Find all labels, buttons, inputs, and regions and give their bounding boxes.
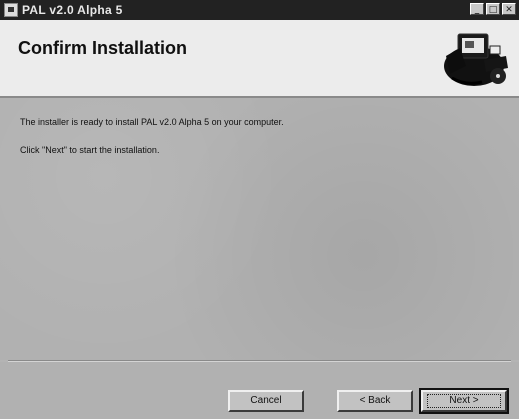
app-icon	[4, 3, 18, 17]
installer-window: PAL v2.0 Alpha 5 _ □ ✕ Confirm Installat…	[0, 0, 519, 419]
window-controls: _ □ ✕	[470, 3, 516, 15]
maximize-button[interactable]: □	[486, 3, 500, 15]
minimize-button[interactable]: _	[470, 3, 484, 15]
close-button[interactable]: ✕	[502, 3, 516, 15]
button-bar: Cancel < Back Next >	[0, 362, 519, 419]
window-title: PAL v2.0 Alpha 5	[22, 3, 123, 17]
page-title: Confirm Installation	[18, 38, 188, 58]
content-panel: The installer is ready to install PAL v2…	[0, 98, 519, 360]
computer-setup-icon	[444, 33, 508, 86]
next-button[interactable]: Next >	[419, 388, 509, 414]
cancel-button[interactable]: Cancel	[228, 390, 304, 412]
header-panel: Confirm Installation	[0, 20, 519, 98]
focus-rectangle	[427, 394, 501, 408]
instruction-message: Click "Next" to start the installation.	[20, 145, 160, 155]
ready-message: The installer is ready to install PAL v2…	[20, 117, 284, 127]
title-bar[interactable]: PAL v2.0 Alpha 5 _ □ ✕	[0, 0, 519, 20]
back-button[interactable]: < Back	[337, 390, 413, 412]
